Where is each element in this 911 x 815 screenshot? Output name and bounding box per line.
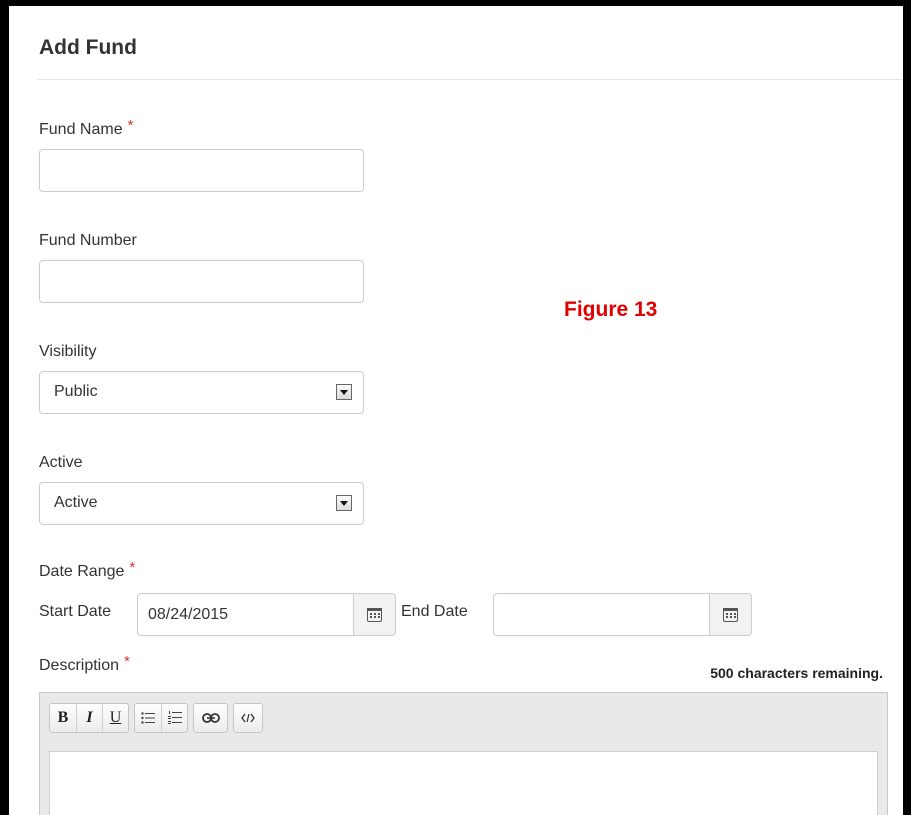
list-group <box>134 703 188 733</box>
link-button[interactable] <box>194 704 227 732</box>
required-marker: * <box>124 653 130 670</box>
date-range-label-text: Date Range <box>39 563 125 580</box>
date-range-label: Date Range * <box>39 559 135 581</box>
italic-button[interactable]: I <box>76 704 102 732</box>
active-selected-value: Active <box>54 494 98 511</box>
fund-name-label-text: Fund Name <box>39 121 123 138</box>
text-format-group: B I U <box>49 703 129 733</box>
code-view-button[interactable] <box>234 704 262 732</box>
fund-number-label: Fund Number <box>39 232 137 249</box>
page-title: Add Fund <box>39 36 137 59</box>
calendar-icon <box>723 608 738 622</box>
title-divider <box>37 79 903 80</box>
active-label: Active <box>39 454 83 471</box>
code-icon <box>241 713 255 723</box>
link-icon <box>201 713 220 723</box>
visibility-selected-value: Public <box>54 383 98 400</box>
bold-button[interactable]: B <box>50 704 76 732</box>
figure-label: Figure 13 <box>564 298 658 321</box>
description-label-text: Description <box>39 657 120 674</box>
active-select[interactable]: Active <box>39 482 364 525</box>
code-group <box>233 703 263 733</box>
fund-name-label: Fund Name * <box>39 117 133 139</box>
end-date-input[interactable] <box>493 593 710 636</box>
start-date-input[interactable]: 08/24/2015 <box>137 593 354 636</box>
date-range-row: Start Date 08/24/2015 End Date <box>39 593 759 636</box>
end-date-calendar-button[interactable] <box>710 593 752 636</box>
visibility-label: Visibility <box>39 343 97 360</box>
fund-name-input[interactable] <box>39 149 364 192</box>
required-marker: * <box>129 559 136 576</box>
numbered-list-button[interactable] <box>161 704 187 732</box>
calendar-icon <box>367 608 382 622</box>
visibility-select[interactable]: Public <box>39 371 364 414</box>
link-group <box>193 703 228 733</box>
bullet-list-icon <box>141 712 155 724</box>
dropdown-arrow-icon[interactable] <box>336 495 352 511</box>
add-fund-form: Add Fund Fund Name * Fund Number Figure 1… <box>9 6 903 815</box>
start-date-calendar-button[interactable] <box>354 593 396 636</box>
description-editor: B I U <box>39 692 888 815</box>
start-date-value: 08/24/2015 <box>148 606 229 623</box>
dropdown-arrow-icon[interactable] <box>336 384 352 400</box>
start-date-label: Start Date <box>39 603 112 620</box>
required-marker: * <box>127 117 134 134</box>
description-label: Description * <box>39 653 130 675</box>
underline-button[interactable]: U <box>102 704 128 732</box>
numbered-list-icon <box>167 711 182 724</box>
end-date-label: End Date <box>401 603 468 620</box>
fund-number-input[interactable] <box>39 260 364 303</box>
characters-remaining: 500 characters remaining. <box>710 665 883 681</box>
bullet-list-button[interactable] <box>135 704 161 732</box>
screenshot-frame: Add Fund Fund Name * Fund Number Figure 1… <box>0 0 911 815</box>
description-textarea[interactable] <box>49 751 878 815</box>
